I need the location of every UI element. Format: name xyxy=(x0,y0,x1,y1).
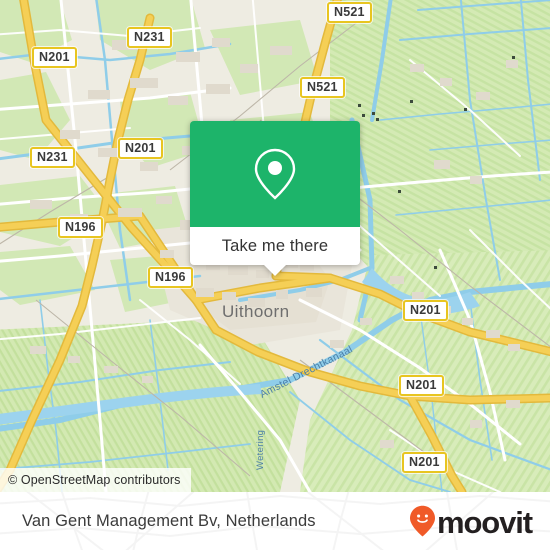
take-me-there-button[interactable]: Take me there xyxy=(190,227,360,276)
osm-attribution-text: © OpenStreetMap contributors xyxy=(8,473,181,487)
road-shield-n196: N196 xyxy=(148,267,193,289)
place-title: Van Gent Management Bv, Netherlands xyxy=(22,511,316,530)
osm-attribution[interactable]: © OpenStreetMap contributors xyxy=(0,468,191,492)
popup-tail xyxy=(264,265,286,276)
road-shield-n201: N201 xyxy=(403,300,448,322)
road-shield-n201: N201 xyxy=(399,375,444,397)
road-shield-n521: N521 xyxy=(300,77,345,99)
road-shield-n196: N196 xyxy=(58,217,103,239)
moovit-wordmark: moovit xyxy=(436,504,533,540)
bottom-info-bar: Van Gent Management Bv, Netherlands moov… xyxy=(0,492,550,550)
location-popup[interactable]: Take me there xyxy=(190,121,360,276)
location-pin-icon xyxy=(254,148,296,200)
road-shield-n201: N201 xyxy=(402,452,447,474)
popup-icon-area xyxy=(190,121,360,227)
road-shield-n231: N231 xyxy=(127,27,172,49)
moovit-logo[interactable]: moovit xyxy=(409,504,533,540)
road-shield-n521: N521 xyxy=(327,2,372,24)
road-shield-n231: N231 xyxy=(30,147,75,169)
road-shield-n201: N201 xyxy=(118,138,163,160)
road-shield-n201: N201 xyxy=(32,47,77,69)
moovit-smiley-pin-icon xyxy=(409,505,435,537)
take-me-there-label: Take me there xyxy=(221,236,329,255)
